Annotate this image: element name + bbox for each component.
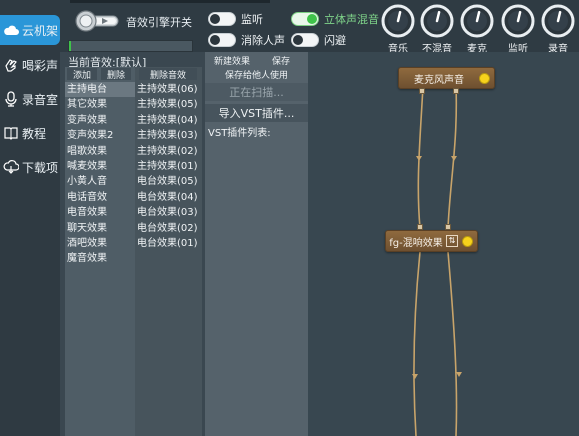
list-item[interactable]: 酒吧效果 <box>65 236 135 251</box>
monitor-toggle-label: 监听 <box>241 13 263 26</box>
list-item[interactable]: 主持效果(02) <box>135 144 202 159</box>
wire-right-lower <box>447 251 458 436</box>
category-list: 主持电台 其它效果 变声效果 变声效果2 唱歌效果 喊麦效果 小黄人音 电话音效 电音效果 聊天效… <box>65 82 135 267</box>
wire-arrow <box>451 156 457 161</box>
stereo-mix-toggle[interactable]: 立体声混音 <box>291 11 379 27</box>
list-item[interactable]: 电台效果(05) <box>135 174 202 189</box>
volume-knob[interactable]: 音乐 <box>379 4 417 55</box>
monitor-toggle[interactable]: 监听 <box>208 11 263 27</box>
dodge-switch[interactable] <box>291 33 319 47</box>
wire-left-lower <box>413 251 421 436</box>
book-icon <box>2 125 20 141</box>
effect-category-list: 添加 删除 主持电台 其它效果 变声效果 变声效果2 唱歌效果 喊麦效果 小黄人音 电话音效电… <box>65 67 135 436</box>
save-button[interactable]: 保存 <box>261 54 301 67</box>
sidebar-item-label: 云机架 <box>22 23 59 38</box>
node-mic-input[interactable]: 麦克风声音 <box>398 67 495 89</box>
monitor-switch[interactable] <box>208 12 236 26</box>
list-item[interactable]: 主持效果(05) <box>135 97 202 112</box>
knob-dial-icon[interactable] <box>420 4 454 38</box>
scanning-status: 正在扫描... <box>205 83 308 101</box>
sidebar-item-cloud-rack[interactable]: 云机架 <box>0 15 60 45</box>
sidebar-item-label: 录音室 <box>22 92 59 107</box>
sidebar-item-studio[interactable]: 录音室 <box>0 84 60 114</box>
list-item[interactable]: 其它效果 <box>65 97 135 112</box>
status-dot-icon <box>479 72 490 84</box>
list-item[interactable]: 主持效果(06) <box>135 82 202 97</box>
cloud-icon <box>2 22 20 38</box>
delete-effect-button[interactable]: 删除音效 <box>139 68 197 81</box>
list-item[interactable]: 电台效果(01) <box>135 236 202 251</box>
sidebar-item-tutorial[interactable]: 教程 <box>0 118 60 148</box>
list-item[interactable]: 变声效果 <box>65 113 135 128</box>
volume-knob[interactable]: 麦克 <box>458 4 496 55</box>
engine-progress-bar <box>68 40 193 52</box>
list-item[interactable]: 主持效果(01) <box>135 159 202 174</box>
list-item[interactable]: 电台效果(02) <box>135 221 202 236</box>
cloud-download-icon <box>2 159 20 175</box>
knob-dial-icon[interactable] <box>501 4 535 38</box>
volume-knob[interactable]: 监听 <box>499 4 537 55</box>
output-port[interactable] <box>453 88 459 94</box>
list-item[interactable]: 聊天效果 <box>65 221 135 236</box>
list-item[interactable]: 主持效果(04) <box>135 113 202 128</box>
new-effect-button[interactable]: 新建效果 <box>207 54 257 67</box>
engine-progress-fill <box>69 41 72 51</box>
list-item[interactable]: 主持效果(03) <box>135 128 202 143</box>
vocal-remove-toggle[interactable]: 消除人声 <box>208 32 285 48</box>
microphone-icon <box>2 91 20 107</box>
list-item[interactable]: 魔音效果 <box>65 251 135 266</box>
list-item[interactable]: 电台效果(03) <box>135 205 202 220</box>
list-item[interactable]: 小黄人音 <box>65 174 135 189</box>
output-port[interactable] <box>419 88 425 94</box>
volume-knob[interactable]: 不混音 <box>418 4 456 55</box>
vst-list-label: VST插件列表: <box>208 128 271 139</box>
sidebar-item-label: 教程 <box>22 126 47 141</box>
wire-arrow <box>456 372 462 377</box>
list-item[interactable]: 主持电台 <box>65 82 135 98</box>
node-label: fg-混响效果 <box>389 237 443 249</box>
knob-dial-icon[interactable] <box>381 4 415 38</box>
wire-arrow <box>416 156 422 161</box>
list-item[interactable]: 喊麦效果 <box>65 159 135 174</box>
sidebar-item-cheers[interactable]: 喝彩声 <box>0 50 60 80</box>
node-label: 麦克风声音 <box>414 74 464 86</box>
preset-list: 主持效果(06) 主持效果(05) 主持效果(04) 主持效果(03) 主持效果(02)… <box>135 82 202 251</box>
list-item[interactable]: 电音效果 <box>65 205 135 220</box>
status-dot-icon <box>462 235 473 247</box>
effect-preset-list: 删除音效 主持效果(06) 主持效果(05) 主持效果(04) 主持效果(03) 主持效… <box>135 67 202 436</box>
delete-category-button[interactable]: 删除 <box>101 68 131 81</box>
import-vst-button[interactable]: 导入VST插件... <box>205 104 308 122</box>
effect-chain-canvas[interactable]: 麦克风声音 fg-混响效果 ⇅ <box>308 52 579 436</box>
top-divider <box>70 0 270 3</box>
stereo-mix-switch[interactable] <box>291 12 319 26</box>
vocal-remove-switch[interactable] <box>208 33 236 47</box>
vocal-remove-toggle-label: 消除人声 <box>241 34 285 47</box>
list-item[interactable]: 电台效果(04) <box>135 190 202 205</box>
knob-dial-icon[interactable] <box>541 4 575 38</box>
node-reverb-effect[interactable]: fg-混响效果 ⇅ <box>385 230 478 252</box>
dodge-toggle-label: 闪避 <box>324 34 346 47</box>
list-item[interactable]: 变声效果2 <box>65 128 135 143</box>
save-for-others-button[interactable]: 保存给他人使用 <box>205 68 308 81</box>
knob-dial-icon[interactable] <box>460 4 494 38</box>
engine-power-switch[interactable] <box>74 9 120 33</box>
sidebar: 云机架 喝彩声 录音室 教程 下载项 <box>0 0 60 436</box>
sidebar-item-downloads[interactable]: 下载项 <box>0 152 60 182</box>
settings-icon[interactable]: ⇅ <box>446 235 458 247</box>
list-item[interactable]: 电话音效 <box>65 190 135 205</box>
clap-hand-icon <box>2 57 20 73</box>
add-category-button[interactable]: 添加 <box>67 68 97 81</box>
sidebar-item-label: 喝彩声 <box>22 58 59 73</box>
list-item[interactable]: 唱歌效果 <box>65 144 135 159</box>
engine-switch-label: 音效引擎开关 <box>126 16 192 29</box>
dodge-toggle[interactable]: 闪避 <box>291 32 346 48</box>
vst-panel: 新建效果 保存 保存给他人使用 正在扫描... 导入VST插件... VST插件… <box>205 52 308 436</box>
wire-arrow <box>412 374 418 379</box>
sidebar-item-label: 下载项 <box>22 160 59 175</box>
volume-knob[interactable]: 录音 <box>539 4 577 55</box>
stereo-mix-toggle-label: 立体声混音 <box>324 13 379 26</box>
